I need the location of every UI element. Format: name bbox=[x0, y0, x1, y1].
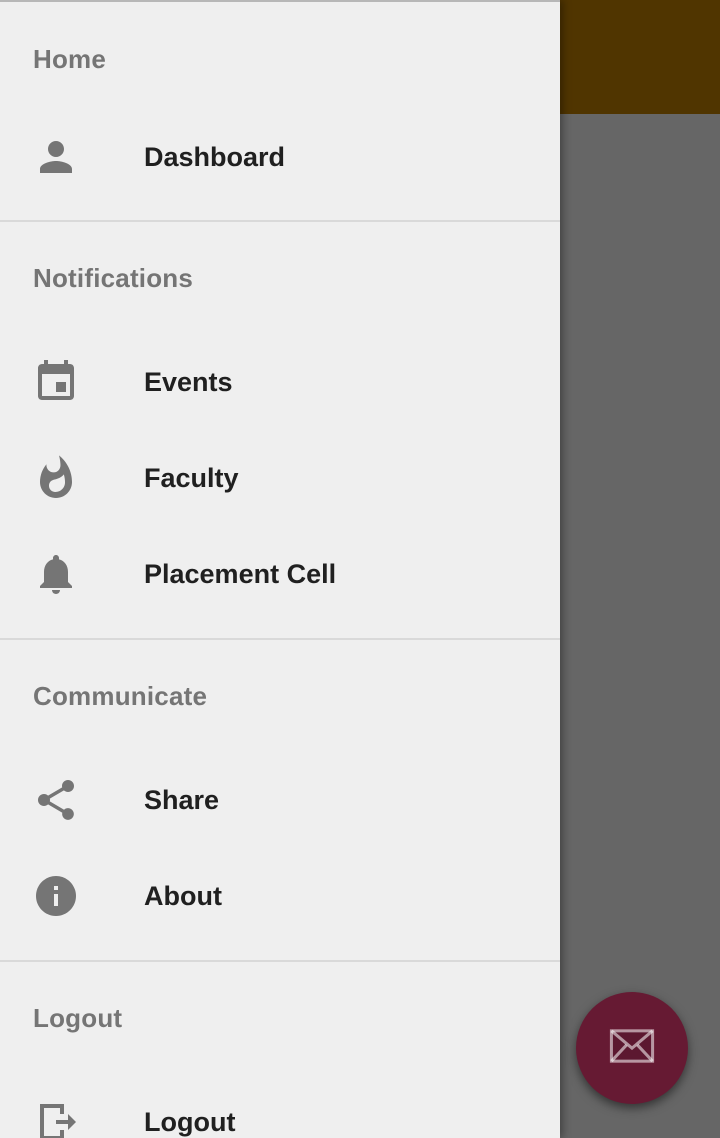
calendar-icon bbox=[32, 358, 80, 406]
nav-item-events[interactable]: Events bbox=[0, 334, 560, 430]
nav-item-placement-cell[interactable]: Placement Cell bbox=[0, 526, 560, 622]
navigation-drawer: Home Dashboard Notifications Events Facu… bbox=[0, 0, 560, 1138]
person-icon bbox=[32, 133, 80, 181]
logout-icon bbox=[32, 1098, 80, 1138]
nav-item-share[interactable]: Share bbox=[0, 752, 560, 848]
compose-mail-fab[interactable] bbox=[576, 992, 688, 1104]
nav-item-dashboard[interactable]: Dashboard bbox=[0, 116, 560, 198]
section-home: Home Dashboard bbox=[0, 2, 560, 198]
bell-icon bbox=[32, 550, 80, 598]
section-communicate: Communicate Share About bbox=[0, 638, 560, 960]
mail-icon bbox=[606, 1020, 658, 1077]
section-notifications: Notifications Events Faculty Placement C… bbox=[0, 220, 560, 638]
section-header-home: Home bbox=[33, 43, 107, 74]
nav-label-dashboard: Dashboard bbox=[144, 141, 286, 172]
info-icon bbox=[32, 872, 80, 920]
nav-label-faculty: Faculty bbox=[144, 462, 239, 493]
section-header-communicate: Communicate bbox=[33, 680, 208, 711]
nav-label-logout: Logout bbox=[144, 1106, 236, 1137]
section-logout: Logout Logout bbox=[0, 960, 560, 1138]
nav-item-logout[interactable]: Logout bbox=[0, 1074, 560, 1138]
share-icon bbox=[32, 776, 80, 824]
nav-item-faculty[interactable]: Faculty bbox=[0, 430, 560, 526]
nav-label-share: Share bbox=[144, 784, 220, 815]
section-header-logout: Logout bbox=[33, 1002, 123, 1033]
nav-item-about[interactable]: About bbox=[0, 848, 560, 944]
nav-label-placement-cell: Placement Cell bbox=[144, 558, 337, 589]
section-header-notifications: Notifications bbox=[33, 262, 194, 293]
nav-label-about: About bbox=[144, 880, 222, 911]
flame-icon bbox=[32, 454, 80, 502]
nav-label-events: Events bbox=[144, 366, 233, 397]
